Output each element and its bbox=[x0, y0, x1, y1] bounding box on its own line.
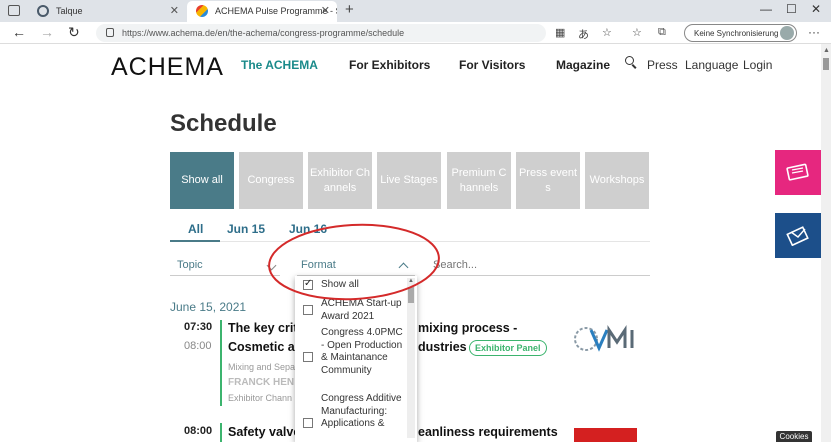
category-exhibitor-channels[interactable]: Exhibitor Channels bbox=[308, 152, 372, 209]
date-header: June 15, 2021 bbox=[170, 300, 247, 314]
address-bar: ← → ↻ https://www.achema.de/en/the-achem… bbox=[0, 22, 831, 44]
event-start-time: 07:30 bbox=[184, 321, 213, 333]
event-format-bar bbox=[220, 423, 222, 442]
exhibitor-panel-badge: Exhibitor Panel bbox=[469, 340, 547, 356]
favorites-bar-icon[interactable]: ☆ bbox=[632, 26, 642, 39]
vmi-logo bbox=[574, 325, 634, 352]
nav-for-exhibitors[interactable]: For Exhibitors bbox=[349, 58, 430, 72]
favorite-icon[interactable]: ☆ bbox=[602, 26, 612, 39]
url-text: https://www.achema.de/en/the-achema/cong… bbox=[122, 28, 405, 38]
page-title: Schedule bbox=[170, 110, 277, 137]
maximize-icon[interactable]: ☐ bbox=[786, 2, 797, 16]
tab-title: ACHEMA Pulse Programme - Sch bbox=[215, 6, 337, 16]
ticket-icon bbox=[786, 163, 809, 181]
event-topic: Mixing and Sepa bbox=[228, 362, 296, 372]
page-scrollbar[interactable]: ▲ bbox=[821, 44, 831, 442]
close-tab-icon[interactable]: ✕ bbox=[321, 4, 330, 17]
browser-tab-talque[interactable]: Talque ✕ bbox=[28, 1, 186, 22]
day-tab-jun15[interactable]: Jun 15 bbox=[227, 222, 265, 236]
day-tab-underline bbox=[170, 240, 220, 242]
nav-the-achema[interactable]: The ACHEMA bbox=[241, 58, 318, 72]
sync-profile-button[interactable]: Keine Synchronisierung bbox=[684, 24, 797, 42]
minimize-icon[interactable]: — bbox=[760, 2, 772, 16]
day-tab-all[interactable]: All bbox=[188, 222, 203, 236]
close-window-icon[interactable]: ✕ bbox=[811, 2, 821, 16]
tickets-button[interactable] bbox=[775, 150, 821, 195]
event-title[interactable]: The key crit bbox=[228, 321, 297, 335]
scrollbar-thumb[interactable] bbox=[823, 58, 829, 70]
search-icon[interactable] bbox=[625, 56, 636, 67]
cookies-button[interactable]: Cookies bbox=[776, 431, 812, 442]
nav-language[interactable]: Language bbox=[685, 58, 738, 72]
event-title-continued[interactable]: eanliness requirements bbox=[418, 425, 558, 439]
nav-login[interactable]: Login bbox=[743, 58, 772, 72]
scroll-up-icon[interactable]: ▲ bbox=[823, 47, 830, 54]
tab-title: Talque bbox=[56, 6, 83, 16]
event-format-bar bbox=[220, 320, 222, 406]
category-workshops[interactable]: Workshops bbox=[585, 152, 649, 209]
category-congress[interactable]: Congress bbox=[239, 152, 303, 209]
new-tab-icon[interactable]: + bbox=[345, 1, 354, 18]
topic-filter[interactable]: Topic bbox=[177, 259, 203, 271]
schedule-search-input[interactable] bbox=[433, 259, 650, 271]
forward-icon[interactable]: → bbox=[40, 24, 54, 40]
dropdown-scrollbar[interactable]: ▲ bbox=[407, 278, 415, 438]
event-speaker[interactable]: FRANCK HEN bbox=[228, 377, 294, 388]
search-filter-line bbox=[430, 275, 650, 276]
event-title[interactable]: Safety valve bbox=[228, 425, 300, 439]
checkbox[interactable] bbox=[303, 352, 313, 362]
category-show-all[interactable]: Show all bbox=[170, 152, 234, 209]
nav-magazine[interactable]: Magazine bbox=[556, 58, 610, 72]
newsletter-button[interactable] bbox=[775, 213, 821, 258]
translate-icon[interactable]: あ bbox=[578, 26, 589, 42]
event-end-time: 08:00 bbox=[184, 340, 212, 352]
browser-tab-bar: Talque ✕ ACHEMA Pulse Programme - Sch ✕ … bbox=[0, 0, 831, 22]
event-title-line2-continued[interactable]: dustries bbox=[418, 340, 467, 354]
back-icon[interactable]: ← bbox=[12, 24, 26, 40]
avatar bbox=[780, 26, 794, 40]
event-title-line2[interactable]: Cosmetic ar bbox=[228, 340, 300, 354]
collections-icon[interactable]: ⧉ bbox=[658, 26, 666, 39]
category-live-stages[interactable]: Live Stages bbox=[377, 152, 441, 209]
browser-tab-achema[interactable]: ACHEMA Pulse Programme - Sch ✕ bbox=[187, 1, 337, 22]
checkbox[interactable] bbox=[303, 305, 313, 315]
achema-logo[interactable]: ACHEMA bbox=[111, 53, 224, 82]
nav-for-visitors[interactable]: For Visitors bbox=[459, 58, 525, 72]
qr-code-icon[interactable]: ▦ bbox=[555, 26, 565, 39]
topic-filter-line bbox=[170, 275, 280, 276]
url-field[interactable]: https://www.achema.de/en/the-achema/cong… bbox=[96, 24, 546, 42]
more-options-icon[interactable]: ··· bbox=[808, 25, 820, 39]
sync-label: Keine Synchronisierung bbox=[694, 29, 779, 38]
annotation-ellipse bbox=[268, 223, 440, 301]
close-tab-icon[interactable]: ✕ bbox=[170, 4, 179, 17]
format-option-congress-4-0pmc[interactable]: Congress 4.0PMC - Open Production & Main… bbox=[295, 327, 405, 389]
event-title-continued[interactable]: mixing process - bbox=[418, 321, 517, 335]
window-menu-icon[interactable] bbox=[8, 5, 20, 16]
leser-logo bbox=[574, 428, 637, 442]
mail-icon bbox=[786, 226, 809, 246]
achema-favicon-icon bbox=[196, 5, 208, 17]
category-press-events[interactable]: Press events bbox=[516, 152, 580, 209]
format-option-congress-additive-manufacturing[interactable]: Congress Additive Manufacturing: Applica… bbox=[295, 393, 405, 442]
event-start-time: 08:00 bbox=[184, 425, 213, 437]
event-channel: Exhibitor Chann bbox=[228, 393, 293, 403]
category-premium-channels[interactable]: Premium Channels bbox=[447, 152, 511, 209]
nav-press[interactable]: Press bbox=[647, 58, 678, 72]
lock-icon bbox=[106, 28, 114, 37]
reload-icon[interactable]: ↻ bbox=[68, 24, 80, 41]
checkbox[interactable] bbox=[303, 418, 313, 428]
talque-favicon-icon bbox=[37, 5, 49, 17]
